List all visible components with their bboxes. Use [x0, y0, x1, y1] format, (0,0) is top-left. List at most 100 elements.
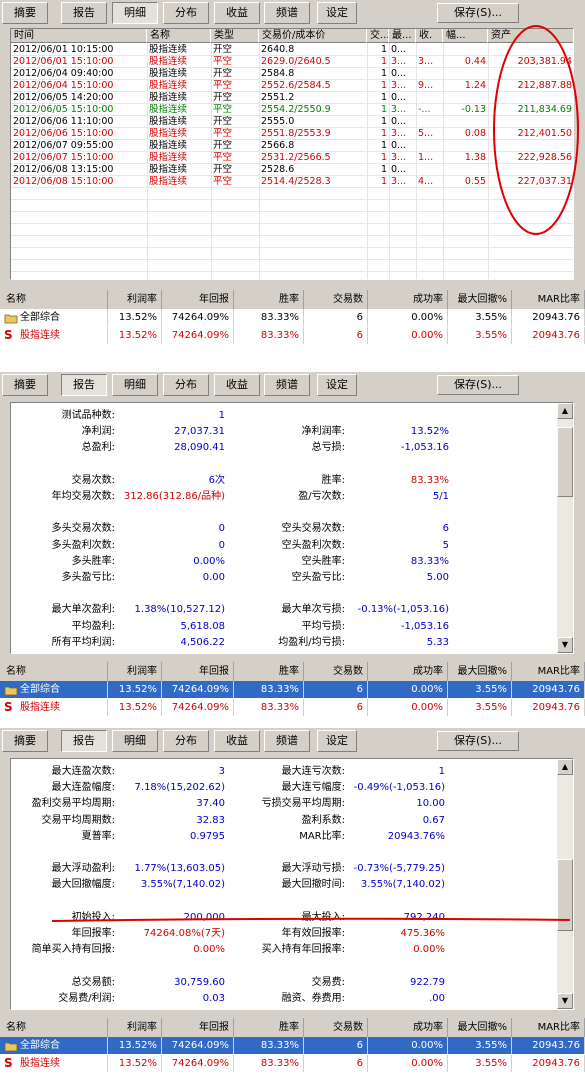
summary-col-header[interactable]: 成功率: [368, 1018, 448, 1037]
report-label: 交易费/利润:: [58, 992, 115, 1004]
toolbar: 摘要 报告 明细 分布 收益 频谱 设定 保存(S)...: [0, 728, 585, 754]
summary-col-header[interactable]: 年回报: [162, 290, 234, 309]
tab-settings[interactable]: 设定: [317, 374, 357, 396]
report-value: -0.73%(-5,779.25): [353, 863, 445, 875]
report-value: 5/1: [432, 491, 449, 502]
save-button[interactable]: 保存(S)...: [437, 375, 519, 395]
tab-returns[interactable]: 收益: [214, 374, 260, 396]
scroll-thumb[interactable]: [557, 427, 573, 497]
summary-col-header[interactable]: 利润率: [108, 1018, 162, 1037]
summary-header: 名称 利润率 年回报 胜率 交易数 成功率 最大回撤% MAR比率: [0, 290, 585, 309]
summary-row[interactable]: 股指连续 13.52% 74264.09% 83.33% 6 0.00% 3.55% 2094…: [0, 699, 585, 716]
report-value: 0.00%: [193, 555, 225, 567]
summary-row[interactable]: 股指连续 13.52% 74264.09% 83.33% 6 0.00% 3.55% 2094…: [0, 1055, 585, 1072]
report-label: 交易费:: [311, 976, 345, 988]
report-label: 盈利系数:: [301, 814, 345, 826]
toolbar: 摘要 报告 明细 分布 收益 频谱 设定 保存(S)...: [0, 372, 585, 398]
report-value: 6: [442, 523, 449, 535]
summary-col-header[interactable]: 利润率: [108, 290, 162, 309]
detail-col-header[interactable]: 名称: [147, 29, 211, 43]
report-label: 平均亏损:: [301, 620, 345, 632]
summary-col-header[interactable]: 年回报: [162, 1018, 234, 1037]
summary-col-header[interactable]: 利润率: [108, 662, 162, 681]
report-label: 融资、券费用:: [281, 992, 345, 1004]
tab-distribution[interactable]: 分布: [163, 374, 209, 396]
save-button[interactable]: 保存(S)...: [437, 731, 519, 751]
summary-cell-drawdown: 3.55%: [448, 309, 512, 326]
tab-summary[interactable]: 摘要: [2, 374, 48, 396]
scrollbar[interactable]: ▲ ▼: [557, 403, 573, 653]
tab-settings[interactable]: 设定: [317, 730, 357, 752]
report-label: 空头盈亏比:: [291, 572, 345, 583]
summary-row[interactable]: 全部综合 13.52% 74264.09% 83.33% 6 0.00% 3.55% 2094…: [0, 309, 585, 326]
scroll-up-icon[interactable]: ▲: [557, 403, 573, 419]
detail-col-header[interactable]: 交...: [367, 29, 389, 43]
summary-col-header[interactable]: 名称: [0, 662, 108, 681]
tab-spectrum[interactable]: 频谱: [264, 730, 310, 752]
tab-settings[interactable]: 设定: [317, 2, 357, 24]
scroll-down-icon[interactable]: ▼: [557, 993, 573, 1009]
summary-row[interactable]: 全部综合 13.52% 74264.09% 83.33% 6 0.00% 3.55% 2094…: [0, 1037, 585, 1054]
summary-col-header[interactable]: 最大回撤%: [448, 290, 512, 309]
summary-col-header[interactable]: MAR比率: [512, 290, 585, 309]
summary-col-header[interactable]: 名称: [0, 1018, 108, 1037]
report-label: 最大连盈次数:: [51, 766, 115, 777]
tab-distribution[interactable]: 分布: [163, 2, 209, 24]
summary-col-header[interactable]: MAR比率: [512, 662, 585, 681]
summary-col-header[interactable]: 交易数: [304, 290, 368, 309]
summary-cell-annual: 74264.09%: [162, 681, 234, 698]
detail-col-header[interactable]: 收.: [416, 29, 443, 43]
summary-row[interactable]: 全部综合 13.52% 74264.09% 83.33% 6 0.00% 3.55% 2094…: [0, 681, 585, 698]
detail-col-header[interactable]: 幅...: [443, 29, 488, 43]
summary-col-header[interactable]: 成功率: [368, 290, 448, 309]
tab-report[interactable]: 报告: [61, 374, 107, 396]
detail-col-header[interactable]: 时间: [11, 29, 147, 43]
detail-col-header[interactable]: 交易价/成本价: [259, 29, 367, 43]
tab-spectrum[interactable]: 频谱: [264, 2, 310, 24]
report-label: 多头交易次数:: [51, 523, 115, 535]
detail-col-header[interactable]: 最...: [389, 29, 416, 43]
summary-cell-profit: 13.52%: [108, 699, 162, 716]
summary-col-header[interactable]: 最大回撤%: [448, 1018, 512, 1037]
tab-summary[interactable]: 摘要: [2, 2, 48, 24]
report-value: 5.33: [426, 636, 449, 648]
scroll-down-icon[interactable]: ▼: [557, 637, 573, 653]
tab-distribution[interactable]: 分布: [163, 730, 209, 752]
tab-report[interactable]: 报告: [61, 2, 107, 24]
summary-col-header[interactable]: 胜率: [234, 1018, 304, 1037]
summary-col-header[interactable]: 最大回撤%: [448, 662, 512, 681]
tab-detail[interactable]: 明细: [112, 730, 158, 752]
summary-header: 名称 利润率 年回报 胜率 交易数 成功率 最大回撤% MAR比率: [0, 1018, 585, 1037]
scrollbar[interactable]: ▲ ▼: [557, 759, 573, 1009]
summary-col-header[interactable]: 交易数: [304, 1018, 368, 1037]
report-value: 0.03: [202, 992, 225, 1004]
summary-col-header[interactable]: 胜率: [234, 662, 304, 681]
summary-cell-profit: 13.52%: [108, 309, 162, 326]
summary-col-header[interactable]: 年回报: [162, 662, 234, 681]
summary-cell-profit: 13.52%: [108, 1037, 162, 1054]
report-label: 测试品种数:: [61, 410, 115, 421]
tab-detail[interactable]: 明细: [112, 2, 158, 24]
scroll-up-icon[interactable]: ▲: [557, 759, 573, 775]
report-label: 净利润率:: [301, 426, 345, 438]
tab-returns[interactable]: 收益: [214, 2, 260, 24]
save-button[interactable]: 保存(S)...: [437, 3, 519, 23]
summary-cell-profit: 13.52%: [108, 327, 162, 344]
report-label: 最大单次盈利:: [51, 604, 115, 616]
summary-col-header[interactable]: 名称: [0, 290, 108, 309]
tab-spectrum[interactable]: 频谱: [264, 374, 310, 396]
summary-col-header[interactable]: 胜率: [234, 290, 304, 309]
tab-returns[interactable]: 收益: [214, 730, 260, 752]
report-value: 4,506.22: [180, 636, 225, 648]
report-value: 37.40: [196, 798, 225, 810]
summary-col-header[interactable]: 成功率: [368, 662, 448, 681]
summary-col-header[interactable]: 交易数: [304, 662, 368, 681]
report-value: 20943.76%: [387, 830, 445, 842]
summary-row[interactable]: 股指连续 13.52% 74264.09% 83.33% 6 0.00% 3.55% 2094…: [0, 327, 585, 344]
detail-col-header[interactable]: 类型: [211, 29, 259, 43]
tab-report[interactable]: 报告: [61, 730, 107, 752]
tab-detail[interactable]: 明细: [112, 374, 158, 396]
tab-summary[interactable]: 摘要: [2, 730, 48, 752]
report-value: 922.79: [410, 976, 445, 988]
summary-col-header[interactable]: MAR比率: [512, 1018, 585, 1037]
